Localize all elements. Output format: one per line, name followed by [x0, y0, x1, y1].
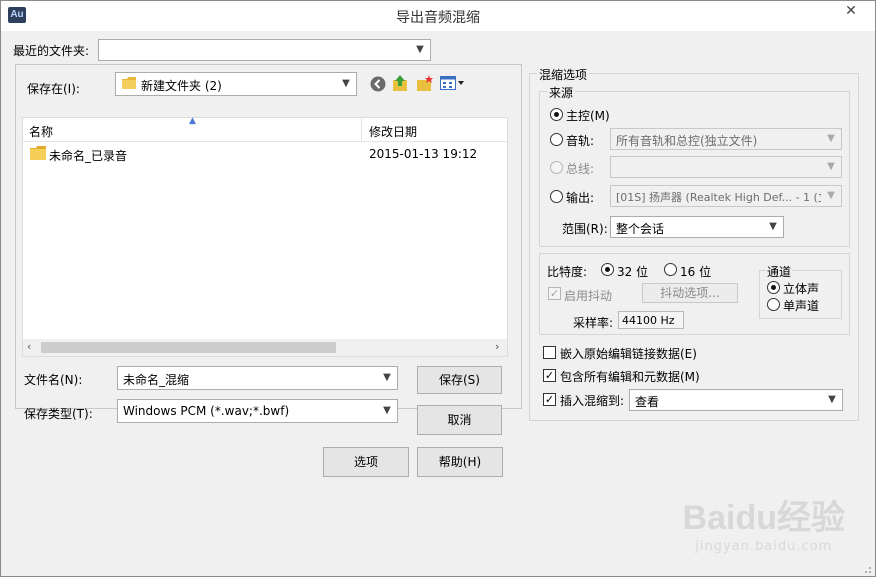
resize-grip-icon[interactable]: [862, 563, 872, 573]
track-label: 音轨:: [566, 134, 595, 148]
source-title: 来源: [547, 84, 576, 101]
range-label: 范围(R):: [562, 222, 608, 236]
chevron-down-icon: ▼: [383, 405, 391, 416]
chevron-down-icon: ▼: [828, 394, 836, 405]
bus-dropdown[interactable]: ▼: [610, 156, 842, 178]
chevron-down-icon: ▼: [827, 190, 835, 201]
view-menu-icon[interactable]: [440, 75, 466, 91]
export-mixdown-dialog: Au 导出音频混缩 ✕ 最近的文件夹: ▼ 保存在(I): 新建文件夹 (2) …: [0, 0, 876, 577]
filetype-label: 保存类型(T):: [24, 407, 93, 421]
filename-label: 文件名(N):: [24, 373, 83, 387]
filetype-value: Windows PCM (*.wav;*.bwf): [123, 404, 290, 418]
stereo-label: 立体声: [783, 282, 820, 296]
column-modified[interactable]: 修改日期: [369, 123, 417, 140]
master-radio[interactable]: [550, 108, 563, 121]
folder-icon: [122, 77, 136, 89]
file-list-header: 名称 ▲ 修改日期: [23, 116, 507, 142]
include-metadata-checkbox[interactable]: ✓: [543, 369, 556, 382]
cancel-button[interactable]: 取消: [417, 405, 502, 435]
filename-value: 未命名_混缩: [123, 373, 190, 387]
horizontal-scrollbar[interactable]: ‹ ›: [23, 339, 507, 356]
back-icon[interactable]: [370, 76, 386, 92]
save-in-label: 保存在(I):: [27, 82, 80, 96]
insert-mixdown-checkbox[interactable]: ✓: [543, 393, 556, 406]
track-value: 所有音轨和总控(独立文件): [616, 134, 758, 148]
save-in-value: 新建文件夹 (2): [141, 79, 222, 93]
recent-folders-label: 最近的文件夹:: [13, 44, 90, 58]
bit-16-label: 16 位: [680, 265, 712, 279]
file-row[interactable]: 未命名_已录音 2015-01-13 19:12: [23, 143, 507, 165]
scroll-right-icon[interactable]: ›: [495, 340, 499, 353]
chevron-down-icon: ▼: [342, 78, 350, 89]
new-folder-icon[interactable]: [416, 74, 434, 92]
options-button[interactable]: 选项: [323, 447, 409, 477]
chevron-down-icon: ▼: [769, 221, 777, 232]
embed-label: 嵌入原始编辑链接数据(E): [560, 347, 697, 361]
save-in-dropdown[interactable]: 新建文件夹 (2) ▼: [115, 72, 357, 96]
range-value: 整个会话: [616, 222, 665, 236]
watermark-brand: Baidu经验: [682, 499, 845, 537]
bit-depth-label: 比特度:: [547, 265, 588, 279]
insert-mixdown-label: 插入混缩到:: [560, 394, 625, 408]
file-name: 未命名_已录音: [49, 149, 128, 163]
output-dropdown[interactable]: [01S] 扬声器 (Realtek High Def... - 1 (立体 ▼: [610, 185, 842, 207]
bus-label: 总线:: [566, 162, 595, 176]
sample-rate-field[interactable]: 44100 Hz: [618, 311, 684, 329]
output-radio[interactable]: [550, 190, 563, 203]
chevron-down-icon: ▼: [416, 44, 424, 55]
track-radio[interactable]: [550, 133, 563, 146]
mono-radio[interactable]: [767, 298, 780, 311]
dither-label: 启用抖动: [564, 289, 613, 303]
sort-ascending-icon: ▲: [189, 116, 196, 126]
output-value: [01S] 扬声器 (Realtek High Def... - 1 (立体: [616, 191, 821, 204]
file-date: 2015-01-13 19:12: [369, 147, 478, 161]
chevron-down-icon: ▼: [827, 133, 835, 144]
track-dropdown[interactable]: 所有音轨和总控(独立文件) ▼: [610, 128, 842, 150]
master-label: 主控(M): [566, 109, 610, 123]
range-dropdown[interactable]: 整个会话 ▼: [610, 216, 784, 238]
chevron-down-icon: ▼: [827, 161, 835, 172]
scroll-left-icon[interactable]: ‹: [27, 340, 31, 353]
stereo-radio[interactable]: [767, 281, 780, 294]
mix-options-title: 混缩选项: [537, 66, 590, 83]
bit-32-radio[interactable]: [601, 263, 614, 276]
chevron-down-icon[interactable]: ▼: [380, 371, 394, 385]
dither-checkbox[interactable]: ✓: [548, 287, 561, 300]
bus-radio[interactable]: [550, 161, 563, 174]
baidu-watermark: Baidu经验 jingyan.baidu.com: [683, 490, 845, 554]
save-button[interactable]: 保存(S): [417, 366, 502, 394]
bit-32-label: 32 位: [617, 265, 649, 279]
include-metadata-label: 包含所有编辑和元数据(M): [560, 370, 700, 384]
output-label: 输出:: [566, 191, 595, 205]
title-bar: Au 导出音频混缩 ✕: [1, 1, 875, 31]
help-button[interactable]: 帮助(H): [417, 447, 503, 477]
dither-options-button[interactable]: 抖动选项...: [642, 283, 738, 303]
channels-title: 通道: [766, 263, 793, 280]
insert-mixdown-value: 查看: [635, 395, 660, 409]
file-list[interactable]: 名称 ▲ 修改日期 未命名_已录音 2015-01-13 19:12 ‹ ›: [22, 116, 508, 357]
mono-label: 单声道: [783, 299, 820, 313]
embed-checkbox[interactable]: [543, 346, 556, 359]
up-folder-icon[interactable]: [392, 74, 410, 92]
watermark-url: jingyan.baidu.com: [695, 539, 833, 554]
scrollbar-thumb[interactable]: [41, 342, 336, 353]
column-divider: [361, 118, 362, 142]
dialog-title: 导出音频混缩: [396, 10, 480, 26]
insert-mixdown-dropdown[interactable]: 查看 ▼: [629, 389, 843, 411]
sample-rate-label: 采样率:: [573, 316, 614, 330]
close-button[interactable]: ✕: [833, 1, 869, 21]
recent-folders-dropdown[interactable]: ▼: [98, 39, 431, 61]
filename-input[interactable]: 未命名_混缩 ▼: [117, 366, 398, 390]
column-name[interactable]: 名称: [29, 123, 53, 140]
bit-16-radio[interactable]: [664, 263, 677, 276]
filetype-dropdown[interactable]: Windows PCM (*.wav;*.bwf) ▼: [117, 399, 398, 423]
folder-icon: [30, 146, 46, 160]
